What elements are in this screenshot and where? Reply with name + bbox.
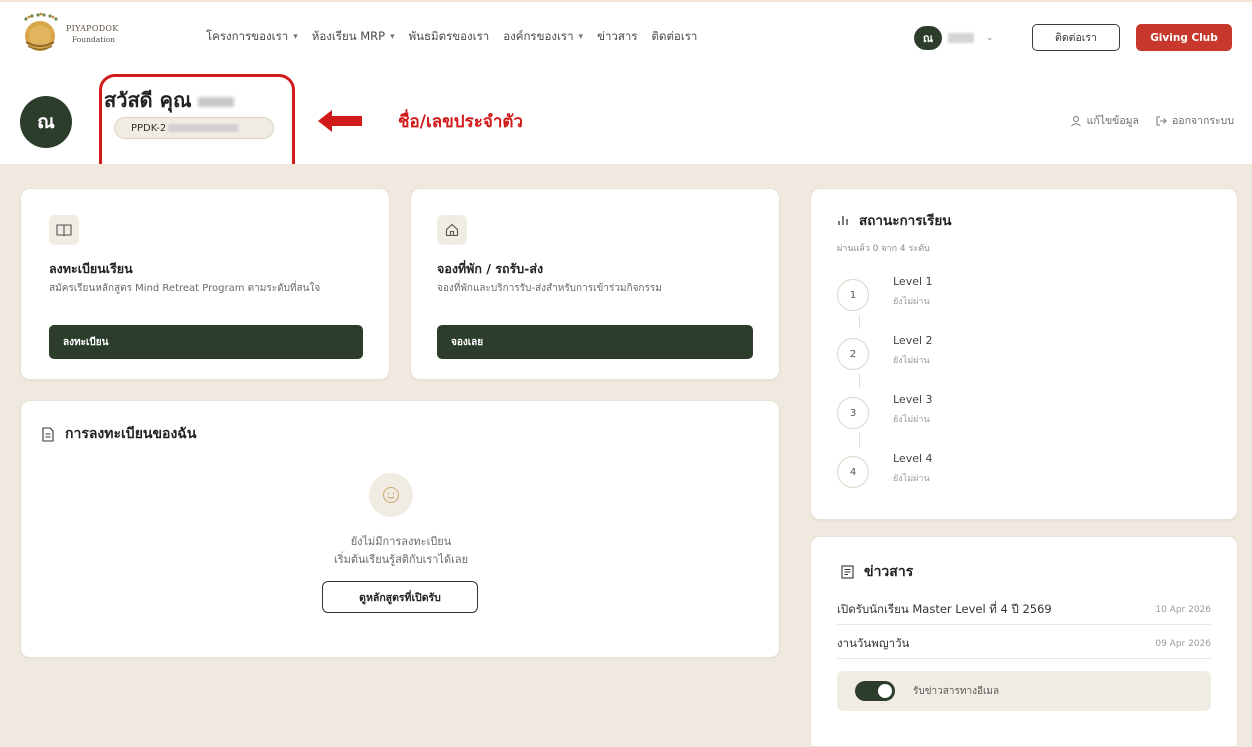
register-title: ลงทะเบียนเรียน [49,261,133,276]
chevron-down-icon: ⌄ [986,33,994,43]
document-icon [42,426,54,442]
menu-item-news[interactable]: ข่าวสาร [597,28,637,46]
contact-button[interactable]: ติดต่อเรา [1032,24,1120,51]
book-icon [49,215,79,245]
empty-state-text: ยังไม่มีการลงทะเบียน เริ่มต้นเรียนรู้สติ… [333,535,469,566]
study-progress-text: ผ่านแล้ว 0 จาก 4 ระดับ [837,244,930,254]
main-menu: โครงการของเรา ▾ ห้องเรียน MRP ▾ พันธมิตรขอ… [206,28,711,46]
logo-name: PIYAPODOK [66,24,119,33]
top-navbar: PIYAPODOK Foundation โครงการของเรา ▾ ห้อง… [0,0,1252,70]
logout-icon [1156,116,1167,125]
profile-header: ณ สวัสดี คุณ PPDK-2 ชื่อ/เลขประจำตัว แก้… [0,70,1252,182]
booking-card: จองที่พัก / รถรับ-ส่ง จองที่พักและบริการ… [410,188,780,380]
level-item: 4 Level 4 ยังไม่ผ่าน [837,450,1137,490]
register-card: ลงทะเบียนเรียน สมัครเรียนหลักสูตร Mind R… [20,188,390,380]
news-card: ข่าวสาร เปิดรับนักเรียน Master Level ที่… [810,536,1238,747]
bar-chart-icon [838,216,848,225]
email-subscription-toggle[interactable] [855,681,895,701]
register-button[interactable]: ลงทะเบียน [49,325,363,359]
register-description: สมัครเรียนหลักสูตร Mind Retreat Program … [49,283,321,294]
menu-item-partners[interactable]: พันธมิตรของเรา [409,28,490,46]
edit-profile-link[interactable]: แก้ไขข้อมูล [1070,112,1139,129]
home-icon [437,215,467,245]
sun-logo-icon [24,12,58,51]
level-item: 3 Level 3 ยังไม่ผ่าน [837,391,1137,431]
level-item: 1 Level 1 ยังไม่ผ่าน [837,273,1137,313]
level-item: 2 Level 2 ยังไม่ผ่าน [837,332,1137,372]
annotation-label: ชื่อ/เลขประจำตัว [398,112,523,132]
giving-club-button[interactable]: Giving Club [1136,24,1232,51]
redacted-username [948,33,974,43]
my-registrations-heading: การลงทะเบียนของฉัน [41,423,196,445]
study-status-heading: สถานะการเรียน [837,209,951,231]
chevron-down-icon: ▾ [578,32,584,42]
booking-title: จองที่พัก / รถรับ-ส่ง [437,261,544,276]
news-item[interactable]: งานวันพญาวัน 09 Apr 2026 [837,629,1211,659]
menu-item-mrp-classroom[interactable]: ห้องเรียน MRP ▾ [312,28,395,46]
smile-icon [369,473,413,517]
menu-item-organization[interactable]: องค์กรของเรา ▾ [503,28,583,46]
my-registrations-card: การลงทะเบียนของฉัน ยังไม่มีการลงทะเบียน … [20,400,780,658]
level-connector [859,315,860,329]
foundation-logo[interactable]: PIYAPODOK Foundation [18,12,178,60]
arrow-left-icon [318,110,362,132]
chevron-down-icon: ▾ [390,32,395,42]
news-item[interactable]: เปิดรับนักเรียน Master Level ที่ 4 ปี 25… [837,595,1211,625]
view-open-courses-button[interactable]: ดูหลักสูตรที่เปิดรับ [322,581,478,613]
level-connector [859,433,860,447]
news-heading: ข่าวสาร [841,561,913,583]
dashboard-main: ลงทะเบียนเรียน สมัครเรียนหลักสูตร Mind R… [0,164,1252,747]
avatar: ณ [914,26,942,50]
email-subscription-row: รับข่าวสารทางอีเมล [837,671,1211,711]
logout-link[interactable]: ออกจากระบบ [1155,112,1234,129]
chevron-down-icon: ▾ [293,32,298,42]
menu-item-contact[interactable]: ติดต่อเรา [652,28,698,46]
user-icon [1070,115,1081,126]
study-status-card: สถานะการเรียน ผ่านแล้ว 0 จาก 4 ระดับ 1 L… [810,188,1238,520]
avatar: ณ [20,96,72,148]
newspaper-icon [841,565,854,579]
menu-item-projects[interactable]: โครงการของเรา ▾ [206,28,298,46]
level-connector [859,374,860,388]
book-now-button[interactable]: จองเลย [437,325,753,359]
user-menu[interactable]: ณ ⌄ [914,26,994,50]
logo-subtitle: Foundation [72,35,116,44]
email-subscription-label: รับข่าวสารทางอีเมล [913,685,1000,697]
booking-description: จองที่พักและบริการรับ-ส่งสำหรับการเข้าร่… [437,283,662,294]
